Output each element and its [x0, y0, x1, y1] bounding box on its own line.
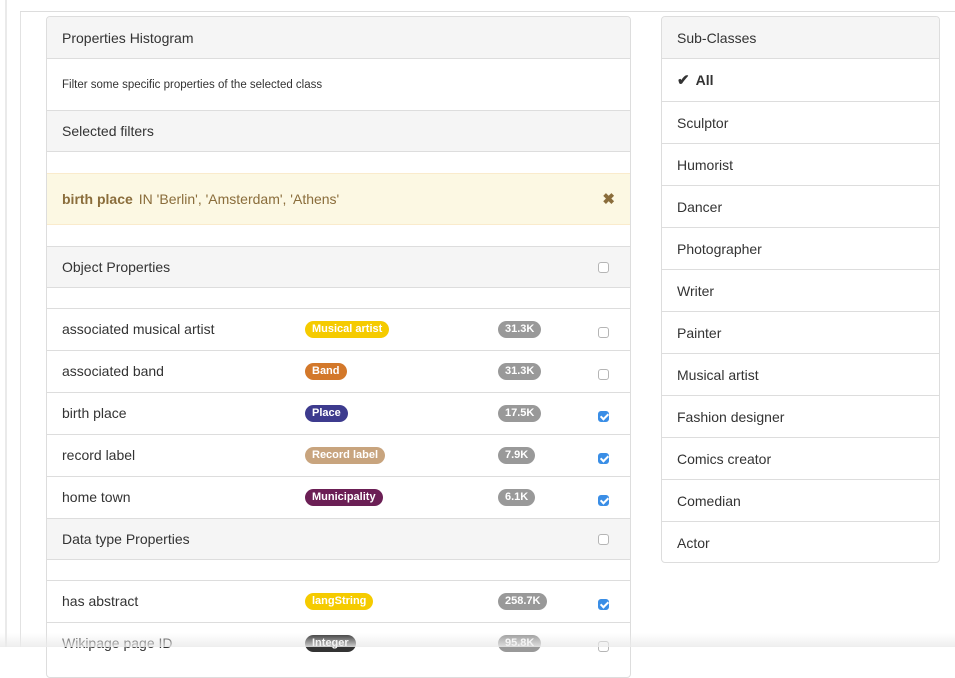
property-count-badge: 6.1K — [498, 489, 536, 506]
subclass-label: Fashion designer — [677, 408, 785, 425]
property-checkbox-cell — [598, 595, 609, 611]
property-name: associated band — [62, 363, 164, 379]
subclass-label: Actor — [677, 534, 710, 551]
property-name: has abstract — [62, 593, 139, 609]
subclass-item[interactable]: ✔ All — [662, 59, 939, 101]
property-checkbox-cell — [598, 365, 609, 381]
property-name: record label — [62, 447, 136, 463]
subclass-label: Painter — [677, 324, 722, 341]
property-type-badge: langString — [305, 593, 374, 610]
property-type-badge: Musical artist — [305, 321, 390, 338]
panel-title: Properties Histogram — [62, 29, 194, 46]
property-row[interactable]: home town Municipality 6.1K — [47, 476, 630, 518]
property-checkbox[interactable] — [598, 326, 609, 338]
object-properties-list: associated musical artist Musical artist 3… — [47, 308, 630, 518]
page-left-border — [5, 0, 7, 647]
subclass-item[interactable]: Humorist — [662, 143, 939, 185]
property-count-badge: 31.3K — [498, 321, 542, 338]
property-checkbox-cell — [598, 449, 609, 465]
property-count-badge: 7.9K — [498, 447, 536, 464]
subclass-label: Humorist — [677, 156, 734, 173]
subclass-label: Comics creator — [677, 450, 772, 467]
property-checkbox[interactable] — [598, 368, 609, 380]
active-filter: birth place IN 'Berlin', 'Amsterdam', 'A… — [47, 173, 630, 225]
subclass-label: Dancer — [677, 198, 723, 215]
subclass-item[interactable]: Comedian — [662, 479, 939, 521]
subclass-item[interactable]: Comics creator — [662, 437, 939, 479]
subclass-item[interactable]: Fashion designer — [662, 395, 939, 437]
object-properties-title: Object Properties — [62, 259, 171, 275]
property-checkbox[interactable] — [598, 494, 609, 506]
bottom-shadow — [0, 633, 955, 647]
property-checkbox[interactable] — [598, 410, 609, 422]
subclass-item[interactable]: Musical artist — [662, 353, 939, 395]
panel-heading: Properties Histogram — [47, 17, 630, 59]
property-checkbox-cell — [598, 323, 609, 339]
panel-description: Filter some specific properties of the s… — [62, 78, 323, 91]
page-left-divider — [20, 12, 21, 647]
subclasses-panel: Sub-Classes ✔ All Sculptor Humorist Dancer Ph… — [661, 16, 940, 563]
subclass-label: Photographer — [677, 240, 762, 257]
selected-filters-title: Selected filters — [62, 123, 154, 139]
check-icon: ✔ — [677, 72, 690, 89]
subclasses-title: Sub-Classes — [677, 29, 757, 46]
property-checkbox-cell — [598, 407, 609, 423]
property-row[interactable]: record label Record label 7.9K — [47, 434, 630, 476]
subclass-label: Sculptor — [677, 114, 729, 131]
filter-condition: IN 'Berlin', 'Amsterdam', 'Athens' — [138, 191, 340, 207]
datatype-properties-select-all-checkbox[interactable] — [598, 533, 609, 545]
close-icon[interactable]: ✖ — [602, 190, 615, 208]
property-count-badge: 17.5K — [498, 405, 542, 422]
subclass-label: Comedian — [677, 492, 741, 509]
property-row[interactable]: associated band Band 31.3K — [47, 350, 630, 392]
property-name: birth place — [62, 405, 127, 421]
subclass-item[interactable]: Sculptor — [662, 101, 939, 143]
datatype-properties-title: Data type Properties — [62, 531, 190, 547]
subclasses-list: ✔ All Sculptor Humorist Dancer Photographer Wr… — [662, 59, 939, 562]
top-divider — [20, 11, 955, 12]
selected-filters-heading: Selected filters — [47, 110, 630, 152]
subclasses-heading: Sub-Classes — [662, 17, 939, 59]
property-count-badge: 31.3K — [498, 363, 542, 380]
subclass-item[interactable]: Dancer — [662, 185, 939, 227]
subclass-item[interactable]: Photographer — [662, 227, 939, 269]
property-checkbox[interactable] — [598, 598, 609, 610]
property-name: home town — [62, 489, 131, 505]
object-properties-select-all-checkbox[interactable] — [598, 261, 609, 273]
property-count-badge: 258.7K — [498, 593, 548, 610]
subclass-label: Writer — [677, 282, 715, 299]
property-checkbox-cell — [598, 491, 609, 507]
subclass-label: Musical artist — [677, 366, 759, 383]
property-checkbox[interactable] — [598, 452, 609, 464]
property-type-badge: Municipality — [305, 489, 383, 506]
subclass-item[interactable]: Actor — [662, 521, 939, 562]
object-properties-heading: Object Properties — [47, 246, 630, 288]
subclass-item[interactable]: Writer — [662, 269, 939, 311]
property-row[interactable]: has abstract langString 258.7K — [47, 580, 630, 622]
subclass-label: All — [695, 72, 714, 88]
property-row[interactable]: associated musical artist Musical artist 3… — [47, 308, 630, 350]
subclass-item[interactable]: Painter — [662, 311, 939, 353]
property-name: associated musical artist — [62, 321, 215, 337]
datatype-properties-list: has abstractlangString258.7KWikipage pag… — [47, 580, 630, 664]
property-type-badge: Record label — [305, 447, 386, 464]
datatype-properties-heading: Data type Properties — [47, 518, 630, 560]
filter-property: birth place — [62, 191, 133, 207]
property-row[interactable]: birth place Place 17.5K — [47, 392, 630, 434]
properties-histogram-panel: Properties Histogram Filter some specifi… — [46, 16, 631, 678]
property-type-badge: Band — [305, 363, 347, 380]
property-type-badge: Place — [305, 405, 348, 422]
